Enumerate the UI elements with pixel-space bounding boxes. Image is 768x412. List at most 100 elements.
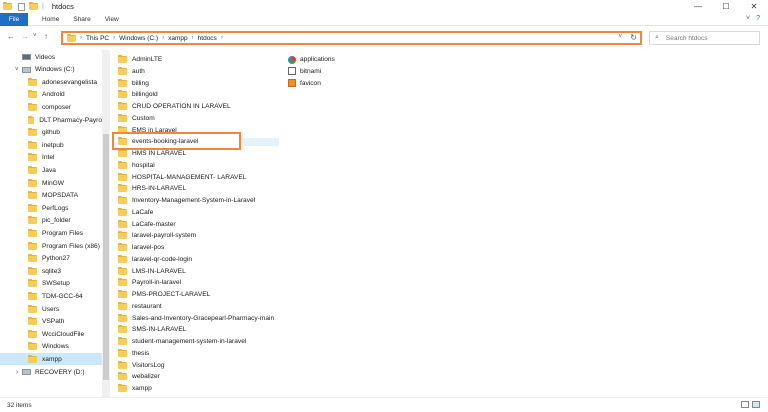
sidebar-item[interactable]: WcciCloudFile xyxy=(0,328,102,340)
sidebar-item[interactable]: VSPath xyxy=(0,316,102,328)
refresh-icon[interactable]: ↻ xyxy=(630,33,637,42)
file-item[interactable]: xampp xyxy=(118,383,152,394)
file-item[interactable]: favicon xyxy=(288,78,321,89)
sidebar-item[interactable]: Android xyxy=(0,89,102,101)
file-item[interactable]: webalizer xyxy=(118,371,160,382)
file-list: AdminLTE auth billing billingold CRUD OPERAT… xyxy=(112,50,768,397)
tab-home[interactable]: Home xyxy=(42,16,59,23)
sidebar-item[interactable]: › RECOVERY (D:) xyxy=(0,366,102,378)
sidebar-item[interactable]: Intel xyxy=(0,152,102,164)
file-item[interactable]: LaCafe-master xyxy=(118,219,176,230)
recent-locations-button[interactable]: ˅ xyxy=(33,33,37,39)
file-item[interactable]: Payroll-in-laravel xyxy=(118,277,181,288)
file-item[interactable]: PMS-PROJECT-LARAVEL xyxy=(118,289,210,300)
sidebar-item[interactable]: Java xyxy=(0,164,102,176)
sidebar-item[interactable]: ˅ Windows (C:) xyxy=(0,64,102,76)
file-item[interactable]: hospital xyxy=(118,160,155,171)
sidebar-item[interactable]: TDM-GCC-64 xyxy=(0,290,102,302)
sidebar-item-label: github xyxy=(42,129,60,137)
address-bar[interactable]: › This PC › Windows (C:) › xampp › htdoc… xyxy=(61,31,642,45)
sidebar-item[interactable]: MinGW xyxy=(0,177,102,189)
file-item[interactable]: LaCafe xyxy=(118,207,153,218)
favicon-image-icon xyxy=(288,79,296,87)
forward-button[interactable]: → xyxy=(21,32,29,41)
properties-icon[interactable] xyxy=(18,2,25,11)
file-item[interactable]: bitnami xyxy=(288,66,321,77)
breadcrumb-windows-c[interactable]: Windows (C:) xyxy=(119,35,158,42)
file-name: Inventory-Management-System-in-Laravel xyxy=(132,197,256,204)
folder-icon xyxy=(118,219,127,228)
collapse-ribbon-icon[interactable]: ˅ xyxy=(746,15,750,22)
file-item[interactable]: auth xyxy=(118,66,145,77)
breadcrumb-separator[interactable]: › xyxy=(221,35,223,41)
new-folder-icon[interactable] xyxy=(29,2,38,10)
sidebar-item[interactable]: inetpub xyxy=(0,139,102,151)
sidebar-item[interactable]: sqlite3 xyxy=(0,265,102,277)
sidebar-item[interactable]: SWSetup xyxy=(0,278,102,290)
file-name: favicon xyxy=(300,79,321,87)
breadcrumb-this-pc[interactable]: This PC xyxy=(86,35,109,42)
sidebar-item[interactable]: adonesevangelista xyxy=(0,76,102,88)
sidebar-item[interactable]: MOPSDATA xyxy=(0,190,102,202)
file-item[interactable]: laravel-payroll-system xyxy=(118,230,196,241)
sidebar-item[interactable]: composer xyxy=(0,101,102,113)
file-item[interactable]: HRS-IN-LARAVEL xyxy=(118,183,186,194)
nav-scrollbar[interactable] xyxy=(102,50,110,397)
sidebar-item-label: inetpub xyxy=(42,141,64,149)
sidebar-item[interactable]: pic_folder xyxy=(0,215,102,227)
file-item[interactable]: Sales-and-Inventory-Gracepearl-Pharmacy-… xyxy=(118,313,274,324)
sidebar-item[interactable]: xampp xyxy=(0,353,102,366)
nav-scrollbar-thumb[interactable] xyxy=(103,134,109,380)
file-item[interactable]: restaurant xyxy=(118,301,162,312)
back-button[interactable]: ← xyxy=(7,32,15,41)
up-button[interactable]: ↑ xyxy=(44,32,48,41)
file-name: LaCafe xyxy=(132,208,154,216)
tab-view[interactable]: View xyxy=(105,16,119,23)
file-item[interactable]: LMS-IN-LARAVEL xyxy=(118,266,186,277)
sidebar-item[interactable]: github xyxy=(0,127,102,139)
file-item[interactable]: AdminLTE xyxy=(118,54,162,65)
folder-icon xyxy=(118,160,127,169)
folder-icon xyxy=(118,90,127,99)
expand-arrow-icon[interactable]: › xyxy=(16,369,18,376)
breadcrumb-separator[interactable]: › xyxy=(162,35,164,41)
file-item[interactable]: Inventory-Management-System-in-Laravel xyxy=(118,195,255,206)
file-item[interactable]: HOSPITAL-MANAGEMENT- LARAVEL xyxy=(118,172,246,183)
file-item[interactable]: billing xyxy=(118,78,149,89)
help-icon[interactable]: ? xyxy=(756,15,760,22)
file-item[interactable]: applications xyxy=(288,54,335,65)
expand-arrow-icon[interactable]: ˅ xyxy=(15,67,19,73)
file-item[interactable]: thesis xyxy=(118,348,149,359)
file-item[interactable]: student-management-system-in-laravel xyxy=(118,336,246,347)
breadcrumb-htdocs[interactable]: htdocs xyxy=(198,35,217,42)
maximize-button[interactable]: ☐ xyxy=(712,0,740,13)
tab-share[interactable]: Share xyxy=(73,16,90,23)
folder-icon xyxy=(118,102,127,110)
sidebar-item[interactable]: Python27 xyxy=(0,253,102,265)
file-item[interactable]: laravel-qr-code-login xyxy=(118,254,192,265)
large-icons-view-icon[interactable] xyxy=(752,401,760,408)
breadcrumb-separator[interactable]: › xyxy=(113,35,115,41)
close-button[interactable]: ✕ xyxy=(740,0,768,13)
file-item[interactable]: SMS-IN-LARAVEL xyxy=(118,324,186,335)
breadcrumb-separator[interactable]: › xyxy=(192,35,194,41)
search-input[interactable]: ⌕ Search htdocs xyxy=(649,31,760,45)
address-dropdown-icon[interactable]: ˅ xyxy=(618,34,622,40)
sidebar-item[interactable]: Windows xyxy=(0,341,102,353)
details-view-icon[interactable] xyxy=(741,401,749,408)
folder-icon xyxy=(118,149,127,157)
file-item[interactable]: CRUD OPERATION IN LARAVEL xyxy=(118,101,231,112)
file-item[interactable]: billingold xyxy=(118,89,158,100)
tab-file[interactable]: File xyxy=(0,12,28,26)
sidebar-item[interactable]: DLT Pharmacy-Payro xyxy=(0,114,102,126)
minimize-button[interactable]: — xyxy=(684,0,712,13)
sidebar-item[interactable]: Program Files xyxy=(0,227,102,239)
sidebar-item[interactable]: Videos xyxy=(0,51,102,63)
file-item[interactable]: VisitorsLog xyxy=(118,360,165,371)
file-item[interactable]: laravel-pos xyxy=(118,242,164,253)
file-item[interactable]: Custom xyxy=(118,113,155,124)
sidebar-item[interactable]: Program Files (x86) xyxy=(0,240,102,252)
sidebar-item[interactable]: Users xyxy=(0,303,102,315)
breadcrumb-xampp[interactable]: xampp xyxy=(168,35,188,42)
sidebar-item[interactable]: PerfLogs xyxy=(0,202,102,214)
